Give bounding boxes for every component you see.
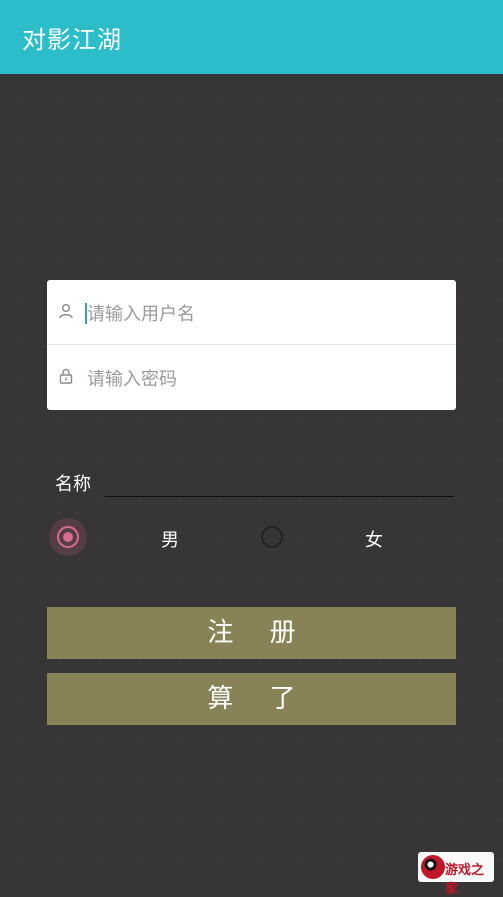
gender-female-label[interactable]: 女 [365,526,383,552]
watermark-text: 游戏之家 [445,863,485,897]
gender-male-label[interactable]: 男 [161,526,179,552]
app-bar: 对影江湖 [0,0,503,74]
radio-male-dot [63,532,73,542]
radio-female[interactable] [261,526,283,548]
radio-male[interactable] [57,526,79,548]
card-divider [47,344,456,345]
app-title: 对影江湖 [22,26,122,54]
password-input[interactable] [85,361,439,397]
register-button[interactable]: 注 册 [47,607,456,659]
password-row [47,346,456,410]
name-input[interactable] [105,468,454,497]
text-cursor [85,303,87,324]
cancel-button[interactable]: 算 了 [47,673,456,725]
user-icon [59,304,73,319]
username-row [47,281,456,345]
login-card [47,280,456,410]
watermark-logo: 游戏之家 [418,852,494,897]
seal-icon [421,855,445,879]
lock-icon [59,368,73,384]
username-input[interactable] [85,296,439,332]
name-label: 名称 [55,474,91,495]
